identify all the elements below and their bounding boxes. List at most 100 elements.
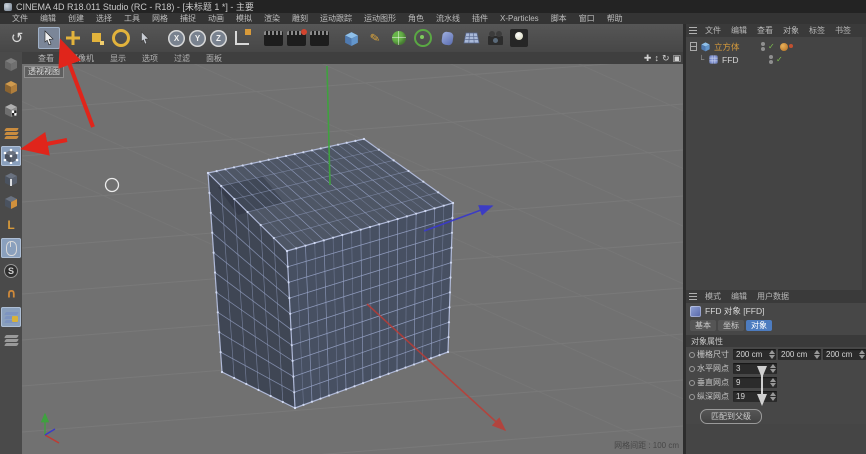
camera-button[interactable] xyxy=(484,27,506,49)
viewport-menu-item[interactable]: 查看 xyxy=(30,53,62,64)
pan-icon[interactable]: ✚ xyxy=(644,53,652,63)
burger-icon[interactable] xyxy=(689,27,697,34)
menu-item[interactable]: 编辑 xyxy=(34,13,62,24)
perspective-viewport[interactable]: 查看摄像机显示选项过滤面板 ✚ ↕ ↻ ▣ 透视视图 网格间距 : 100 cm xyxy=(22,52,683,454)
menu-item[interactable]: 创建 xyxy=(62,13,90,24)
subdivision-surface-button[interactable] xyxy=(388,27,410,49)
undo-icon[interactable]: ↺ xyxy=(6,27,28,49)
zoom-icon[interactable]: ↕ xyxy=(654,53,659,63)
phong-tag-icon[interactable] xyxy=(780,43,788,51)
menu-item[interactable]: 雕刻 xyxy=(286,13,314,24)
axis-lock-button[interactable]: X xyxy=(168,30,185,47)
om-menu-item[interactable]: 查看 xyxy=(752,25,778,36)
menu-item[interactable]: 窗口 xyxy=(573,13,601,24)
menu-item[interactable]: X-Particles xyxy=(494,14,545,23)
viewport-menu-item[interactable]: 显示 xyxy=(102,53,134,64)
keyframe-dot-icon[interactable] xyxy=(689,394,695,400)
stepper-icon[interactable] xyxy=(769,378,776,387)
snap-scale-button[interactable]: S xyxy=(1,261,21,281)
menu-item[interactable]: 流水线 xyxy=(430,13,466,24)
grid-size-y-input[interactable]: 200 cm xyxy=(778,349,821,360)
grid-size-z-input[interactable]: 200 cm xyxy=(823,349,866,360)
om-menu-item[interactable]: 标签 xyxy=(804,25,830,36)
expand-toggle-icon[interactable] xyxy=(690,42,697,51)
om-menu-item[interactable]: 对象 xyxy=(778,25,804,36)
menu-item[interactable]: 渲染 xyxy=(258,13,286,24)
object-name[interactable]: FFD xyxy=(722,55,766,65)
enable-axis-button[interactable]: L xyxy=(1,215,21,235)
vertical-points-input[interactable]: 9 xyxy=(733,377,777,388)
menu-item[interactable]: 动画 xyxy=(202,13,230,24)
keyframe-dot-icon[interactable] xyxy=(689,380,695,386)
viewport-canvas[interactable] xyxy=(22,52,683,454)
viewport-menu-item[interactable]: 面板 xyxy=(198,53,230,64)
render-settings-button[interactable] xyxy=(310,31,329,46)
maximize-view-icon[interactable]: ▣ xyxy=(672,53,681,63)
object-name[interactable]: 立方体 xyxy=(714,41,758,53)
am-menu-item[interactable]: 编辑 xyxy=(726,291,752,302)
om-menu-item[interactable]: 书签 xyxy=(830,25,856,36)
burger-icon[interactable] xyxy=(689,293,697,300)
live-selection-tool[interactable] xyxy=(38,27,60,49)
menu-item[interactable]: 帮助 xyxy=(601,13,629,24)
om-menu-item[interactable]: 文件 xyxy=(700,25,726,36)
scale-tool[interactable] xyxy=(86,27,108,49)
locked-workplane-button[interactable] xyxy=(1,307,21,327)
coordinate-system-toggle[interactable] xyxy=(231,27,253,49)
viewport-menu-item[interactable]: 摄像机 xyxy=(62,53,102,64)
polygons-mode-button[interactable] xyxy=(1,192,21,212)
enable-check-icon[interactable]: ✓ xyxy=(776,55,785,64)
deformer-button[interactable] xyxy=(436,27,458,49)
points-mode-button[interactable] xyxy=(1,146,21,166)
menu-item[interactable]: 文件 xyxy=(6,13,34,24)
menu-item[interactable]: 捕捉 xyxy=(174,13,202,24)
menu-item[interactable]: 网格 xyxy=(146,13,174,24)
workplane-mode-button[interactable] xyxy=(1,123,21,143)
visibility-dots-icon[interactable] xyxy=(761,42,765,51)
visibility-dots-icon[interactable] xyxy=(769,55,773,64)
last-tool[interactable] xyxy=(134,27,156,49)
attribute-tab[interactable]: 对象 xyxy=(746,320,772,331)
object-row-cube[interactable]: 立方体 ✓ xyxy=(686,40,866,53)
attribute-tab[interactable]: 坐标 xyxy=(718,320,744,331)
fit-to-parent-button[interactable]: 匹配到父级 xyxy=(700,409,762,424)
menu-item[interactable]: 模拟 xyxy=(230,13,258,24)
orbit-icon[interactable]: ↻ xyxy=(662,53,670,63)
mograph-button[interactable] xyxy=(412,27,434,49)
edges-mode-button[interactable] xyxy=(1,169,21,189)
keyframe-dot-icon[interactable] xyxy=(689,352,695,358)
viewport-menu-item[interactable]: 过滤 xyxy=(166,53,198,64)
am-menu-item[interactable]: 模式 xyxy=(700,291,726,302)
axis-lock-button[interactable]: Y xyxy=(189,30,206,47)
menu-item[interactable]: 运动图形 xyxy=(358,13,402,24)
keyframe-dot-icon[interactable] xyxy=(689,366,695,372)
axis-lock-button[interactable]: Z xyxy=(210,30,227,47)
floor-button[interactable] xyxy=(460,27,482,49)
horizontal-points-input[interactable]: 3 xyxy=(733,363,777,374)
stepper-icon[interactable] xyxy=(768,350,775,359)
move-tool[interactable] xyxy=(62,27,84,49)
menu-item[interactable]: 工具 xyxy=(118,13,146,24)
snapping-button[interactable]: ∪ xyxy=(1,284,21,304)
om-menu-item[interactable]: 编辑 xyxy=(726,25,752,36)
enable-check-icon[interactable]: ✓ xyxy=(768,42,777,51)
viewport-menu-item[interactable]: 选项 xyxy=(134,53,166,64)
menu-item[interactable]: 脚本 xyxy=(545,13,573,24)
planar-workplane-button[interactable] xyxy=(1,330,21,350)
cube-primitive-button[interactable] xyxy=(340,27,362,49)
spline-pen-button[interactable]: ✎ xyxy=(364,27,386,49)
grid-size-x-input[interactable]: 200 cm xyxy=(733,349,776,360)
depth-points-input[interactable]: 19 xyxy=(733,391,777,402)
rotate-tool[interactable] xyxy=(110,27,132,49)
stepper-icon[interactable] xyxy=(858,350,865,359)
render-to-picture-viewer-button[interactable] xyxy=(287,31,306,46)
render-view-button[interactable] xyxy=(264,31,283,46)
menu-item[interactable]: 插件 xyxy=(466,13,494,24)
menu-item[interactable]: 选择 xyxy=(90,13,118,24)
stepper-icon[interactable] xyxy=(769,364,776,373)
am-menu-item[interactable]: 用户数据 xyxy=(752,291,794,302)
model-mode-button[interactable] xyxy=(1,77,21,97)
attribute-tab[interactable]: 基本 xyxy=(690,320,716,331)
texture-mode-button[interactable] xyxy=(1,100,21,120)
light-button[interactable] xyxy=(508,27,530,49)
